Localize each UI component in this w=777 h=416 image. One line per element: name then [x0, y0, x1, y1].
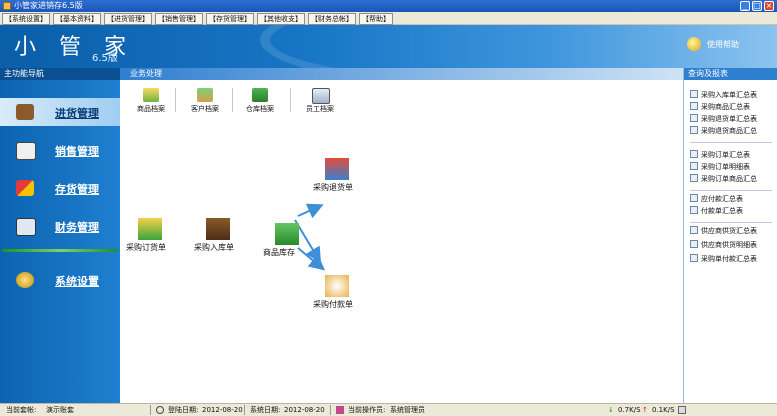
window-title: 小管家进销存6.5版	[14, 1, 83, 10]
report-icon	[690, 226, 698, 234]
status-login-date-label: 登陆日期:	[168, 406, 199, 414]
menu-system-settings[interactable]: 【系统设置】	[2, 13, 50, 25]
reports-panel-header: 查询及报表	[684, 68, 777, 80]
ledger-icon	[16, 218, 36, 236]
menu-other-income[interactable]: 【其他收支】	[257, 13, 305, 25]
report-icon	[690, 174, 698, 182]
title-bar: 小管家进销存6.5版 _ □ ×	[0, 0, 777, 12]
nav-item-purchase[interactable]: 进货管理	[0, 98, 120, 126]
status-operator-label: 当前操作员:	[348, 406, 386, 414]
left-nav-header: 主功能导航	[0, 68, 120, 80]
report-icon	[690, 240, 698, 248]
status-upload-speed: 0.1K/S	[652, 406, 675, 414]
report-icon	[690, 194, 698, 202]
report-link[interactable]: 采购订单汇总表	[690, 150, 750, 161]
report-icon	[690, 206, 698, 214]
maximize-icon[interactable]: □	[752, 1, 762, 11]
user-icon	[336, 406, 344, 414]
report-link[interactable]: 采购单付款汇总表	[690, 254, 757, 265]
business-panel: 业务处理 商品档案 客户档案 仓库档案 员工档案 采购订货单 采购入库单 商品库…	[120, 68, 683, 403]
books-icon	[16, 142, 36, 160]
status-account-value: 演示账套	[46, 406, 74, 414]
report-icon	[690, 90, 698, 98]
report-link[interactable]: 采购退货商品汇总	[690, 126, 757, 137]
nav-item-sales[interactable]: 销售管理	[0, 136, 120, 164]
left-nav: 主功能导航 进货管理 销售管理 存货管理 财务管理 系统设置	[0, 68, 120, 403]
report-link[interactable]: 供应商供货汇总表	[690, 226, 757, 237]
status-login-date: 2012-08-20	[202, 406, 243, 414]
menu-bar: 【系统设置】 【基本资料】 【进货管理】 【销售管理】 【存货管理】 【其他收支…	[0, 12, 777, 25]
return-icon	[325, 158, 349, 180]
status-account-label: 当前套帐:	[6, 406, 37, 414]
menu-help[interactable]: 【帮助】	[359, 13, 393, 25]
truck-icon	[16, 104, 34, 120]
status-operator: 系统管理员	[390, 406, 425, 414]
report-link[interactable]: 供应商供货明细表	[690, 240, 757, 251]
nav-item-label: 系统设置	[55, 275, 99, 288]
report-icon	[690, 162, 698, 170]
menu-purchase[interactable]: 【进货管理】	[104, 13, 152, 25]
status-bar: 当前套帐: 演示账套 登陆日期: 2012-08-20 系统日期: 2012-0…	[0, 403, 777, 416]
report-icon	[690, 114, 698, 122]
truck-icon	[206, 218, 230, 240]
nav-item-label: 财务管理	[55, 221, 99, 234]
close-icon[interactable]: ×	[764, 1, 774, 11]
nav-item-inventory[interactable]: 存货管理	[0, 174, 120, 202]
report-link[interactable]: 采购订单商品汇总	[690, 174, 757, 185]
flow-label: 采购订货单	[126, 243, 166, 252]
help-icon[interactable]	[687, 37, 701, 51]
report-link[interactable]: 采购商品汇总表	[690, 102, 750, 113]
order-icon	[138, 218, 162, 240]
flow-arrows	[294, 203, 326, 271]
nav-item-label: 进货管理	[55, 107, 99, 120]
boxes-icon	[16, 180, 34, 196]
flow-label: 采购入库单	[194, 243, 234, 252]
header-banner: 小 管 家 6.5版 使用帮助	[0, 25, 777, 68]
app-version: 6.5版	[92, 53, 118, 64]
menu-inventory[interactable]: 【存货管理】	[206, 13, 254, 25]
report-link[interactable]: 应付款汇总表	[690, 194, 743, 205]
arrow-inventory-to-return	[297, 203, 324, 219]
report-icon	[690, 150, 698, 158]
warehouse-icon	[275, 223, 299, 245]
minimize-icon[interactable]: _	[740, 1, 750, 11]
reports-panel: 查询及报表 采购入库单汇总表 采购商品汇总表 采购退货单汇总表 采购退货商品汇总…	[683, 68, 777, 403]
report-link[interactable]: 采购入库单汇总表	[690, 90, 757, 101]
nav-item-label: 存货管理	[55, 183, 99, 196]
nav-item-system-settings[interactable]: 系统设置	[0, 266, 120, 294]
download-icon: ↓	[608, 406, 614, 414]
flow-label: 采购退货单	[313, 183, 353, 192]
report-icon	[690, 126, 698, 134]
report-icon	[690, 254, 698, 262]
settings-icon	[16, 272, 34, 288]
report-icon	[690, 102, 698, 110]
network-icon	[678, 406, 686, 414]
money-bag-icon	[325, 275, 349, 297]
flow-label: 采购付款单	[313, 300, 353, 309]
menu-basic-data[interactable]: 【基本资料】	[53, 13, 101, 25]
nav-item-label: 销售管理	[55, 145, 99, 158]
status-system-date-label: 系统日期:	[250, 406, 281, 414]
menu-finance[interactable]: 【财务总帐】	[308, 13, 356, 25]
status-download-speed: 0.7K/S	[618, 406, 641, 414]
menu-sales[interactable]: 【销售管理】	[155, 13, 203, 25]
nav-item-finance[interactable]: 财务管理	[0, 212, 120, 240]
app-icon	[3, 2, 11, 10]
nav-divider	[2, 249, 118, 252]
report-link[interactable]: 采购退货单汇总表	[690, 114, 757, 125]
help-link[interactable]: 使用帮助	[707, 39, 739, 50]
status-system-date: 2012-08-20	[284, 406, 325, 414]
upload-icon: ↑	[642, 406, 648, 414]
report-link[interactable]: 采购订单明细表	[690, 162, 750, 173]
clock-icon	[156, 406, 164, 414]
report-link[interactable]: 付款单汇总表	[690, 206, 743, 217]
flow-label: 商品库存	[263, 248, 295, 257]
